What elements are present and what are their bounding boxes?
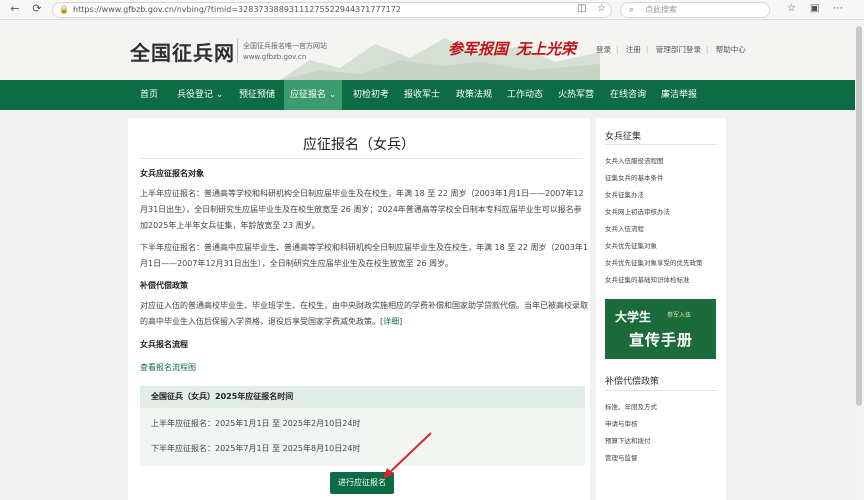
- sidebar-divider: [605, 144, 717, 145]
- sidebar-link[interactable]: 女兵征集的基础知识体检标准: [605, 274, 690, 284]
- nav-consult-label: 在线咨询: [610, 90, 647, 100]
- sidebar-link[interactable]: 申请与审核: [605, 418, 638, 428]
- reader-icon[interactable]: ◫: [577, 3, 586, 15]
- site-subtitle: 全国征兵报名唯一官方网站: [243, 42, 327, 50]
- search-icon: ⌕: [629, 5, 635, 15]
- sidebar: 女兵征集 女兵入伍服役流程图 征集女兵的基本条件 女兵征集办法 女兵网上初选审核…: [596, 118, 726, 500]
- application-time-box: 全国征兵（女兵）2025年应征报名时间 上半年应征报名：2025年1月1日 至 …: [140, 386, 585, 466]
- nav-apply[interactable]: 应征报名 ⌄: [284, 80, 342, 110]
- nav-pre-enlistment[interactable]: 预征预储: [236, 80, 278, 110]
- sidebar-link[interactable]: 管理与监督: [605, 452, 638, 462]
- page-scrollbar-thumb[interactable]: [856, 26, 862, 406]
- nav-preliminary-check-label: 初检初考: [353, 90, 390, 100]
- sidebar-link[interactable]: 女兵入伍流程: [605, 223, 644, 233]
- back-icon[interactable]: ←: [8, 2, 22, 16]
- banner-subtitle: 宣传手册: [629, 331, 694, 349]
- sidebar-link[interactable]: 女兵征集办法: [605, 189, 644, 199]
- nav-sergeant-recruit-label: 报收军士: [404, 90, 441, 100]
- slogan-right: 无上光荣: [516, 40, 577, 58]
- banner-title: 大学生: [615, 310, 652, 324]
- nav-preliminary-check[interactable]: 初检初考: [350, 80, 392, 110]
- register-link[interactable]: 注册: [626, 45, 641, 54]
- sidebar-link[interactable]: 女兵入伍服役流程图: [605, 155, 664, 165]
- section-heading-process: 女兵报名流程: [140, 340, 188, 349]
- student-enlistment-banner[interactable]: 大学生 参军入伍 宣传手册: [605, 299, 716, 359]
- browser-toolbar: ← ⟳ 🔒 https://www.gfbzb.gov.cn/nvbing/?t…: [0, 0, 864, 20]
- sidebar-link[interactable]: 标准、年限及方式: [605, 401, 657, 411]
- address-url: https://www.gfbzb.gov.cn/nvbing/?timid=3…: [73, 5, 401, 14]
- main-nav: 首页 兵役登记 ⌄ 预征预储 应征报名 ⌄ 初检初考 报收军士 政策法规 工作动…: [0, 80, 864, 110]
- login-link[interactable]: 登录: [596, 45, 611, 54]
- help-center-link[interactable]: 帮助中心: [716, 45, 746, 54]
- chevron-down-icon: ⌄: [328, 90, 337, 100]
- nav-news[interactable]: 工作动态: [504, 80, 546, 110]
- compensation-policy-text: 对应征入伍的普通高校毕业生、毕业班学生、在校生，由中央财政实施相应的学费补偿和国…: [140, 298, 588, 330]
- nav-report[interactable]: 廉洁举报: [658, 80, 700, 110]
- star-icon[interactable]: ☆: [597, 3, 606, 15]
- details-link[interactable]: [详细]: [380, 317, 402, 326]
- section-heading-compensation: 补偿代偿政策: [140, 281, 188, 290]
- address-bar[interactable]: 🔒 https://www.gfbzb.gov.cn/nvbing/?timid…: [52, 2, 612, 18]
- page-title: 应征报名（女兵）: [303, 137, 415, 153]
- chevron-down-icon: ⌄: [215, 90, 224, 100]
- nav-policies-label: 政策法规: [456, 90, 493, 100]
- nav-apply-label: 应征报名: [290, 90, 327, 100]
- link-separator: |: [645, 45, 649, 54]
- browser-search-box[interactable]: ⌕ 点此搜索: [620, 2, 770, 18]
- second-half-eligibility-text: 下半年应征报名：普通高中应届毕业生、普通高等学校和科研机构全日制应届毕业生及在校…: [140, 243, 588, 268]
- sidebar-divider: [605, 390, 717, 391]
- flowchart-link[interactable]: 查看报名流程图: [140, 362, 196, 373]
- title-divider: [140, 158, 582, 159]
- link-separator: |: [616, 45, 619, 54]
- site-logo[interactable]: 全国征兵网: [130, 37, 235, 66]
- nav-news-label: 工作动态: [507, 90, 544, 100]
- sidebar-title-female-recruitment: 女兵征集: [605, 132, 642, 142]
- slogan-left: 参军报国: [448, 40, 509, 58]
- nav-policies[interactable]: 政策法规: [453, 80, 495, 110]
- compensation-policy-body: 对应征入伍的普通高校毕业生、毕业班学生、在校生，由中央财政实施相应的学费补偿和国…: [140, 301, 588, 326]
- logo-divider: [237, 39, 238, 63]
- site-domain: www.gfbzb.gov.cn: [243, 53, 307, 61]
- section-heading-eligibility: 女兵应征报名对象: [140, 169, 204, 178]
- application-time-title: 全国征兵（女兵）2025年应征报名时间: [140, 386, 585, 408]
- first-half-time: 上半年应征报名：2025年1月1日 至 2025年2月10日24时: [151, 419, 361, 428]
- browser-search-placeholder: 点此搜索: [645, 5, 677, 14]
- collections-icon[interactable]: ▣: [810, 3, 819, 15]
- link-separator: |: [705, 45, 709, 54]
- nav-barracks-label: 火热军营: [558, 90, 595, 100]
- menu-icon[interactable]: ⋯: [833, 3, 843, 15]
- sidebar-link[interactable]: 预算下达和拨付: [605, 435, 651, 445]
- second-half-time: 下半年应征报名：2025年7月1日 至 2025年8月10日24时: [151, 444, 361, 453]
- lock-icon: 🔒: [59, 5, 69, 14]
- site-header: 全国征兵网 全国征兵报名唯一官方网站 www.gfbzb.gov.cn 参军报国…: [0, 20, 864, 80]
- nav-pre-enlistment-label: 预征预储: [239, 90, 276, 100]
- nav-barracks[interactable]: 火热军营: [555, 80, 597, 110]
- refresh-icon[interactable]: ⟳: [30, 2, 44, 16]
- admin-login-link[interactable]: 管理部门登录: [656, 45, 701, 54]
- first-half-eligibility-text: 上半年应征报名：普通高等学校和科研机构全日制应届毕业生及在校生，年满 18 至 …: [140, 189, 584, 230]
- nav-consult[interactable]: 在线咨询: [607, 80, 649, 110]
- nav-home-label: 首页: [140, 90, 159, 100]
- sidebar-link[interactable]: 女兵优先征集对象享受的优先政策: [605, 257, 703, 267]
- nav-home[interactable]: 首页: [137, 80, 161, 110]
- top-links: 登录 | 注册 | 管理部门登录 | 帮助中心: [596, 44, 751, 55]
- sidebar-link[interactable]: 征集女兵的基本条件: [605, 172, 664, 182]
- nav-military-registration-label: 兵役登记: [177, 90, 214, 100]
- nav-report-label: 廉洁举报: [661, 90, 698, 100]
- nav-sergeant-recruit[interactable]: 报收军士: [401, 80, 443, 110]
- apply-button[interactable]: 进行应征报名: [330, 472, 394, 494]
- nav-military-registration[interactable]: 兵役登记 ⌄: [174, 80, 226, 110]
- sidebar-title-compensation: 补偿代偿政策: [605, 377, 660, 387]
- sidebar-link[interactable]: 女兵优先征集对象: [605, 240, 657, 250]
- main-content: 应征报名（女兵） 女兵应征报名对象 上半年应征报名：普通高等学校和科研机构全日制…: [128, 118, 590, 500]
- sidebar-link[interactable]: 女兵网上初选审核办法: [605, 206, 670, 216]
- banner-tagline: 参军入伍: [667, 312, 692, 319]
- favorites-icon[interactable]: ☆: [787, 3, 796, 15]
